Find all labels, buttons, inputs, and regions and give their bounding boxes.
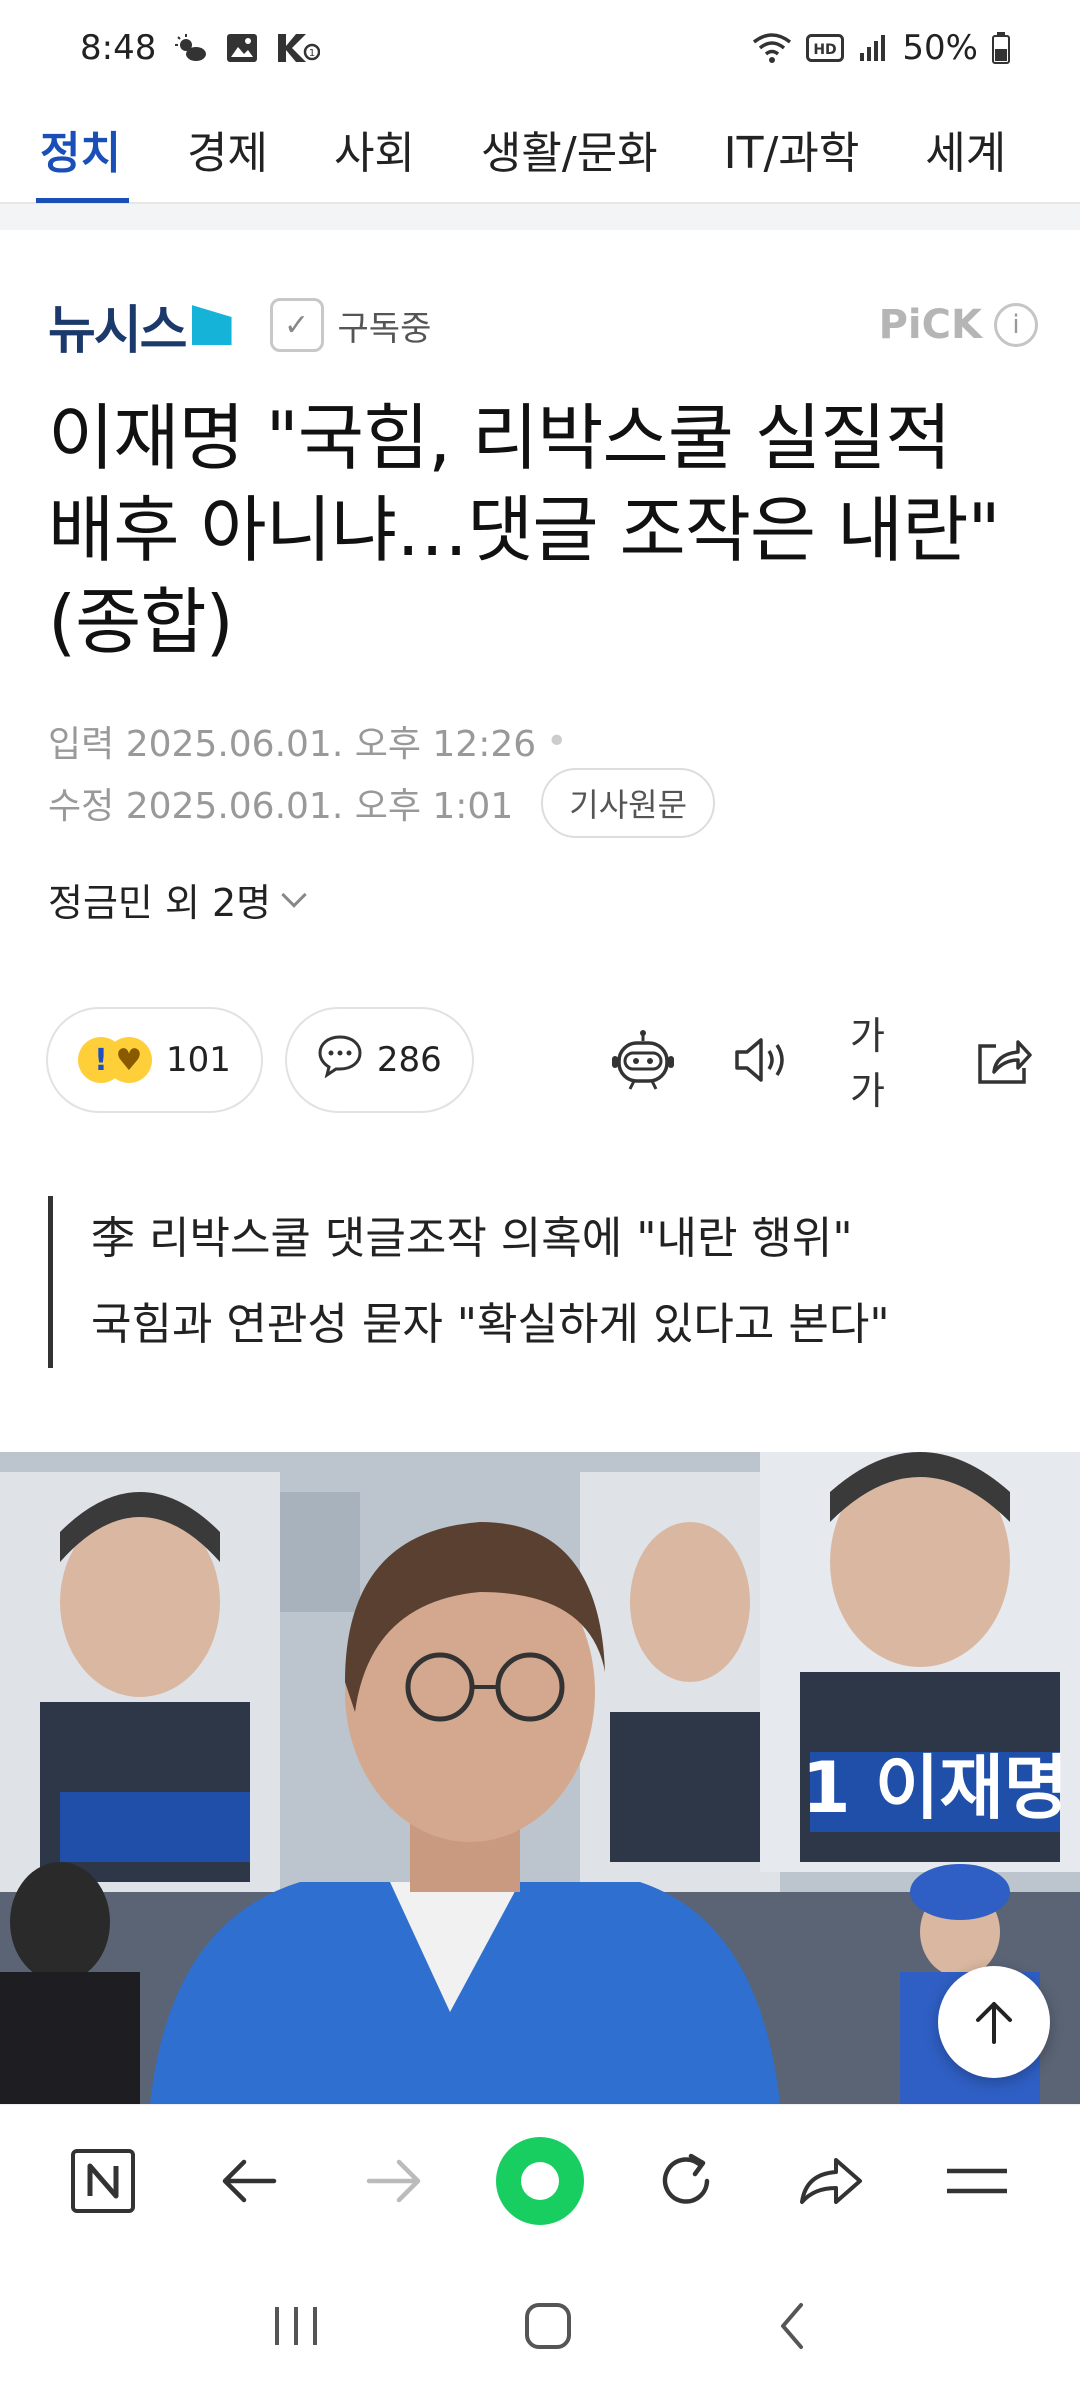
info-icon[interactable]: i: [994, 303, 1038, 347]
refresh-icon[interactable]: [641, 2136, 731, 2226]
meta-separator: •: [546, 720, 568, 762]
naver-green-button[interactable]: [495, 2136, 585, 2226]
tab-world[interactable]: 세계: [925, 95, 1006, 203]
subscribe-button[interactable]: ✓ 구독중: [269, 298, 432, 352]
subscribe-label: 구독중: [337, 308, 432, 349]
speaker-icon[interactable]: [730, 1027, 796, 1093]
weather-icon: [174, 33, 208, 63]
gallery-icon: [226, 33, 258, 63]
scroll-to-top-button[interactable]: [938, 1966, 1050, 2078]
green-dot-icon: [495, 2136, 584, 2225]
svg-text:HD: HD: [814, 42, 837, 58]
input-time: 2025.06.01. 오후 12:26: [125, 724, 537, 765]
reporter-name: 정금민 외 2명: [48, 881, 272, 925]
summary-bot-icon[interactable]: [610, 1027, 676, 1093]
naver-home-icon[interactable]: [58, 2136, 148, 2226]
press-logo[interactable]: 뉴시스: [48, 288, 232, 363]
pick-label: PiCK: [878, 302, 982, 348]
comment-count: 286: [376, 1040, 442, 1080]
comment-icon: [317, 1034, 363, 1087]
article-headline: 이재명 "국힘, 리박스쿨 실질적 배후 아니냐…댓글 조작은 내란"(종합): [48, 396, 1001, 664]
check-icon: ✓: [269, 298, 324, 352]
share-arrow-icon[interactable]: [786, 2136, 876, 2226]
back-icon[interactable]: [775, 2301, 809, 2355]
chevron-down-icon: [281, 881, 307, 908]
poster-text: 1 이재명: [802, 1747, 1068, 1829]
press-name: 뉴시스: [48, 300, 188, 361]
reaction-count: 101: [166, 1040, 231, 1080]
battery-percent: 50%: [902, 28, 978, 68]
tab-it-science[interactable]: IT/과학: [724, 95, 860, 203]
tab-society[interactable]: 사회: [334, 95, 415, 203]
edit-time: 2025.06.01. 오후 1:01: [125, 786, 514, 827]
tab-life-culture[interactable]: 생활/문화: [481, 95, 658, 203]
tab-politics[interactable]: 정치: [36, 95, 129, 203]
font-size-icon[interactable]: 가가: [850, 1014, 916, 1113]
share-icon[interactable]: [970, 1027, 1036, 1093]
category-tabs: 정치 경제 사회 생활/문화 IT/과학 세계: [0, 96, 1080, 204]
wifi-icon: [752, 32, 792, 64]
menu-icon[interactable]: [932, 2136, 1022, 2226]
notification-icon: 1: [276, 32, 321, 64]
press-logo-mark: [191, 305, 232, 345]
smile-emoji-icon: ♥: [106, 1037, 152, 1083]
comment-button[interactable]: 286: [284, 1007, 474, 1113]
svg-text:1: 1: [309, 48, 315, 59]
section-divider: [0, 204, 1080, 230]
home-icon[interactable]: [523, 2301, 573, 2355]
arrow-up-icon: [976, 2002, 1012, 2044]
input-label: 입력: [48, 724, 115, 765]
article-summary: 李 리박스쿨 댓글조작 의혹에 "내란 행위" 국힘과 연관성 묻자 "확실하게…: [48, 1196, 890, 1368]
photo-illustration: 1 이재명: [0, 1452, 1080, 2104]
back-arrow-icon[interactable]: [204, 2136, 294, 2226]
edit-label: 수정: [48, 786, 115, 827]
recent-apps-icon[interactable]: [271, 2303, 321, 2353]
system-navigation-bar: [0, 2256, 1080, 2400]
article-actions: ! ♥ 101 286 가가: [46, 1006, 1036, 1114]
font-size-label: 가가: [850, 1014, 885, 1113]
article-photo[interactable]: 1 이재명: [0, 1452, 1080, 2104]
reaction-button[interactable]: ! ♥ 101: [46, 1007, 263, 1113]
status-time: 8:48: [80, 28, 157, 68]
press-header: 뉴시스 ✓ 구독중 PiCK i: [48, 288, 1038, 363]
battery-icon: [992, 32, 1010, 64]
pick-badge: PiCK i: [879, 302, 1038, 348]
status-bar: 8:48 1 HD 50%: [0, 0, 1080, 96]
browser-toolbar: [0, 2104, 1080, 2256]
reporter-dropdown[interactable]: 정금민 외 2명: [48, 872, 307, 927]
summary-line: 국힘과 연관성 묻자 "확실하게 있다고 본다": [91, 1299, 890, 1350]
hd-voice-icon: HD: [806, 34, 845, 62]
summary-line: 李 리박스쿨 댓글조작 의혹에 "내란 행위": [91, 1213, 853, 1264]
article-meta: 입력 2025.06.01. 오후 12:26 • 수정 2025.06.01. …: [48, 710, 1028, 838]
forward-arrow-icon[interactable]: [349, 2136, 439, 2226]
signal-icon: [858, 33, 888, 63]
tab-economy[interactable]: 경제: [187, 95, 268, 203]
original-article-button[interactable]: 기사원문: [541, 768, 716, 838]
